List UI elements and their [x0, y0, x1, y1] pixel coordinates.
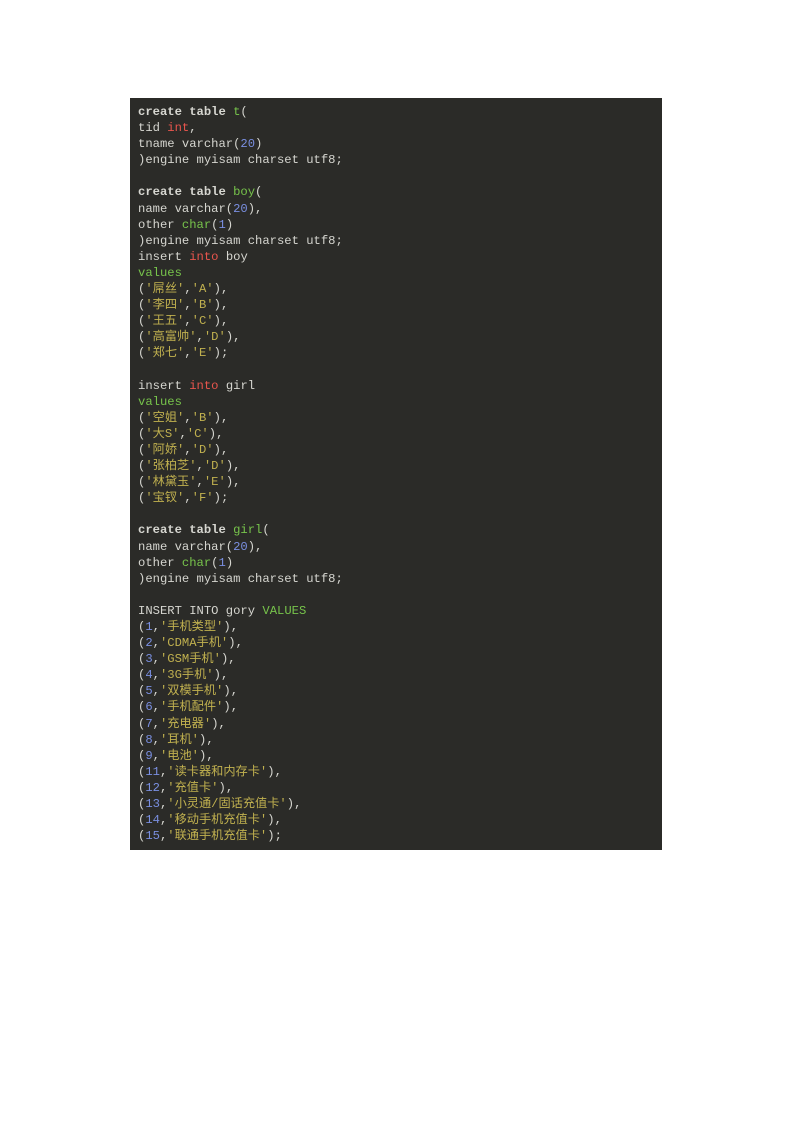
sql-code-block: create table t( tid int, tname varchar(2… [130, 98, 662, 850]
type-char: char [182, 556, 211, 570]
boy-rows: ('屌丝','A'), ('李四','B'), ('王五','C'), ('高富… [138, 282, 240, 360]
kw-create: create table [138, 185, 226, 199]
gory-rows: (1,'手机类型'), (2,'CDMA手机'), (3,'GSM手机'), (… [138, 620, 301, 843]
type-char: char [182, 218, 211, 232]
field-tname: tname varchar( [138, 137, 240, 151]
field-other: other [138, 556, 175, 570]
girl-rows: ('空姐','B'), ('大S','C'), ('阿娇','D'), ('张柏… [138, 411, 240, 505]
tbl-girl-ref: girl [226, 379, 255, 393]
kw-values: values [138, 266, 182, 280]
kw-create: create table [138, 523, 226, 537]
engine-line: )engine myisam charset utf8; [138, 572, 343, 586]
num-20: 20 [233, 202, 248, 216]
field-other: other [138, 218, 175, 232]
kw-insert: insert [138, 250, 182, 264]
field-tid: tid [138, 121, 160, 135]
num-20: 20 [233, 540, 248, 554]
kw-create: create table [138, 105, 226, 119]
num-20: 20 [240, 137, 255, 151]
field-name: name varchar( [138, 202, 233, 216]
kw-values-caps: VALUES [262, 604, 306, 618]
type-int: int [167, 121, 189, 135]
field-name: name varchar( [138, 540, 233, 554]
tbl-boy-ref: boy [226, 250, 248, 264]
kw-into: into [189, 379, 218, 393]
kw-values: values [138, 395, 182, 409]
tbl-gory: gory [226, 604, 255, 618]
engine-line: )engine myisam charset utf8; [138, 153, 343, 167]
kw-into: into [189, 250, 218, 264]
engine-line: )engine myisam charset utf8; [138, 234, 343, 248]
tbl-girl: girl [233, 523, 262, 537]
num-1: 1 [219, 218, 226, 232]
kw-insert-into-caps: INSERT INTO [138, 604, 218, 618]
tbl-boy: boy [233, 185, 255, 199]
num-1: 1 [219, 556, 226, 570]
kw-insert: insert [138, 379, 182, 393]
